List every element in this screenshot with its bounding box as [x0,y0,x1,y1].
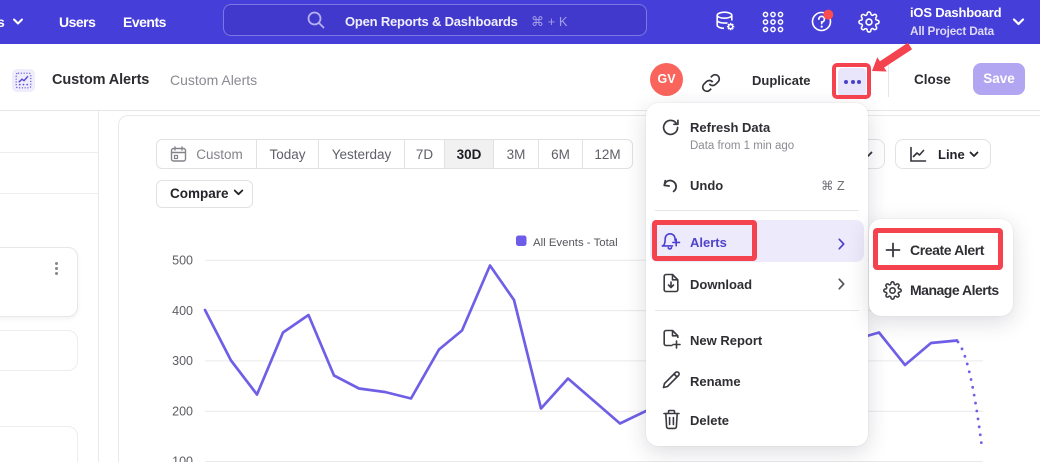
svg-text:400: 400 [172,304,193,318]
svg-text:All Events - Total: All Events - Total [533,237,618,249]
svg-text:500: 500 [172,254,193,268]
svg-text:100: 100 [172,455,193,462]
svg-text:300: 300 [172,354,193,368]
svg-text:200: 200 [172,404,193,418]
